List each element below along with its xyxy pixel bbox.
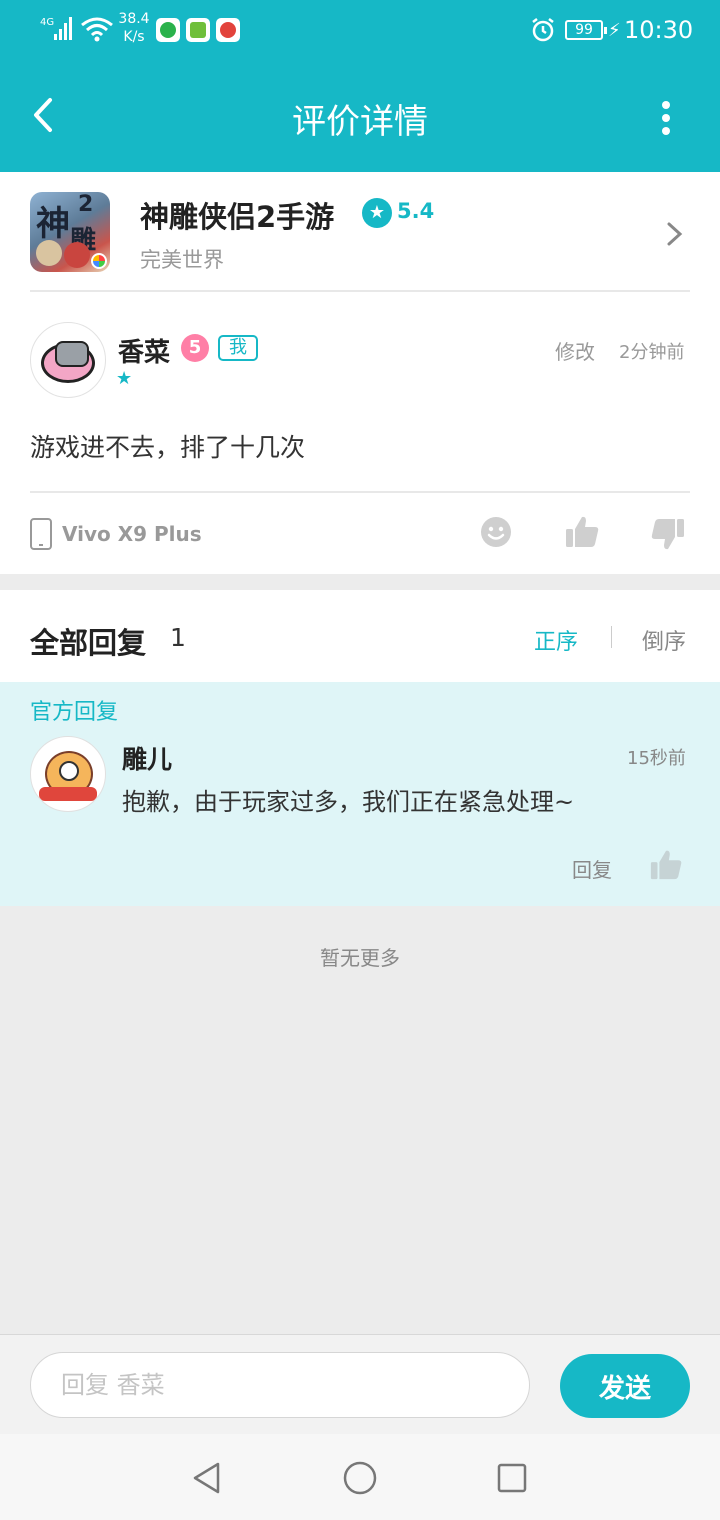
reply-button[interactable]: 回复 xyxy=(572,854,612,883)
edit-button[interactable]: 修改 xyxy=(555,336,595,365)
sort-ascending-button[interactable]: 正序 xyxy=(534,624,578,656)
speed-value: 38.4 xyxy=(118,11,150,27)
divider xyxy=(30,491,690,493)
nav-back-icon[interactable] xyxy=(190,1460,224,1496)
game-developer: 完美世界 xyxy=(140,248,224,272)
reply-text: 抱歉，由于玩家过多，我们正在紧急处理~ xyxy=(122,788,575,816)
network-type: 4G xyxy=(40,17,54,28)
page-title: 评价详情 xyxy=(292,102,428,142)
nav-recents-icon[interactable] xyxy=(496,1462,528,1494)
system-nav-bar xyxy=(0,1434,720,1520)
review-text: 游戏进不去，排了十几次 xyxy=(30,433,306,462)
wifi-icon xyxy=(81,17,113,42)
charging-icon: ⚡ xyxy=(608,20,621,41)
official-reply-label: 官方回复 xyxy=(30,700,119,725)
review-card: 神2雕 神雕侠侣2手游 ★ 5.4 完美世界 香菜 5 我 ★ 修改 2分钟前 … xyxy=(0,172,720,574)
battery-icon: 99 xyxy=(565,20,607,40)
avatar[interactable] xyxy=(30,736,106,812)
app-notification-icon xyxy=(186,18,210,42)
chevron-right-icon[interactable] xyxy=(664,220,686,248)
reply-author[interactable]: 雕儿 xyxy=(122,740,172,776)
thumbs-up-icon[interactable] xyxy=(564,514,600,550)
status-bar: 4G 38.4 K/s 99 ⚡ 10:30 xyxy=(0,0,720,62)
divider xyxy=(30,290,690,292)
nav-home-icon[interactable] xyxy=(342,1460,378,1496)
level-badge: 5 xyxy=(181,334,209,362)
me-badge: 我 xyxy=(218,335,258,361)
sort-descending-button[interactable]: 倒序 xyxy=(642,624,686,656)
review-time: 2分钟前 xyxy=(619,342,685,363)
star-icon: ★ xyxy=(116,368,133,389)
reply-input-bar: 发送 xyxy=(0,1334,720,1434)
game-icon[interactable]: 神2雕 xyxy=(30,192,110,272)
replies-count: 1 xyxy=(170,623,186,652)
device-name: Vivo X9 Plus xyxy=(62,522,202,546)
game-rating: 5.4 xyxy=(397,199,435,223)
thumbs-down-icon[interactable] xyxy=(650,516,686,552)
emoji-icon[interactable] xyxy=(480,516,512,548)
phone-icon xyxy=(30,518,52,550)
app-notification-icon xyxy=(156,18,180,42)
rating-star-icon: ★ xyxy=(362,198,392,228)
speed-unit: K/s xyxy=(123,29,145,45)
app-notification-icon xyxy=(216,18,240,42)
alarm-icon xyxy=(532,18,554,42)
no-more-text: 暂无更多 xyxy=(320,946,400,970)
replies-header: 全部回复 1 正序 倒序 xyxy=(0,590,720,682)
avatar[interactable] xyxy=(30,322,106,398)
thumbs-up-icon[interactable] xyxy=(648,848,684,882)
top-bar: 4G 38.4 K/s 99 ⚡ 10:30 评价详情 xyxy=(0,0,720,172)
reply-input[interactable] xyxy=(30,1352,530,1418)
signal-icon: 4G xyxy=(40,17,72,40)
replies-title: 全部回复 xyxy=(30,626,147,660)
more-menu-icon[interactable] xyxy=(652,98,680,136)
clock: 10:30 xyxy=(624,16,694,44)
reply-time: 15秒前 xyxy=(627,748,686,769)
network-speed: 38.4 K/s xyxy=(116,10,152,46)
reviewer-name[interactable]: 香菜 xyxy=(118,332,170,369)
send-button[interactable]: 发送 xyxy=(560,1354,690,1418)
official-reply: 官方回复 雕儿 15秒前 抱歉，由于玩家过多，我们正在紧急处理~ 回复 xyxy=(0,682,720,906)
divider xyxy=(611,626,612,648)
game-name[interactable]: 神雕侠侣2手游 xyxy=(140,194,334,236)
